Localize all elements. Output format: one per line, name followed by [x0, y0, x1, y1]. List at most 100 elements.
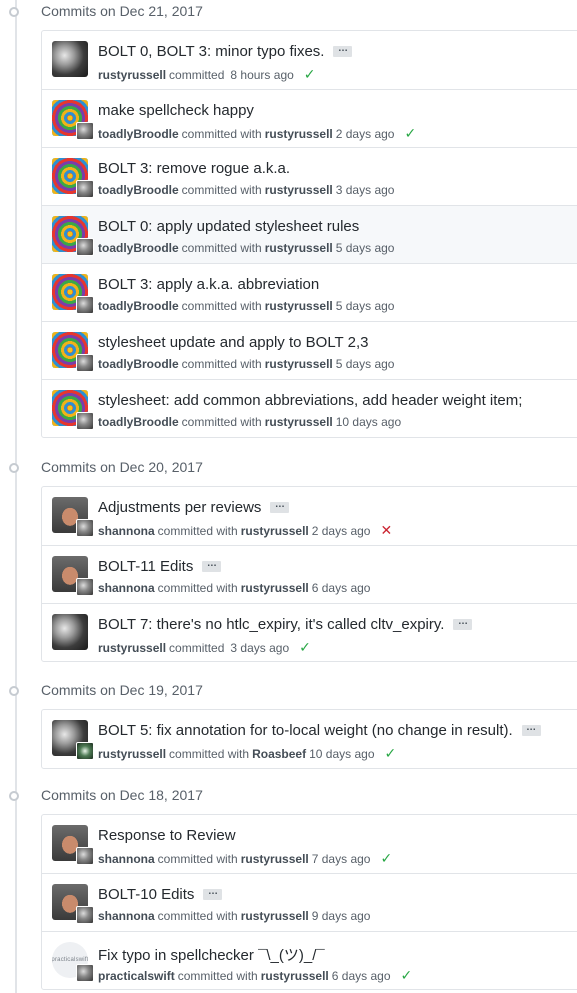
commit-message-link[interactable]: Fix typo in spellchecker ¯\_(ツ)_/¯ — [98, 944, 325, 965]
expand-message-button[interactable]: … — [521, 723, 541, 736]
committer-link[interactable]: Roasbeef — [252, 747, 306, 761]
committer-link[interactable]: rustyrussell — [265, 127, 333, 141]
author-link[interactable]: toadlyBroodle — [98, 241, 179, 255]
check-icon[interactable]: ✓ — [380, 850, 392, 867]
commit-time: 2 days ago — [311, 523, 371, 538]
commit-meta: practicalswift committed with rustyrussell… — [98, 967, 412, 984]
check-icon[interactable]: ✓ — [299, 639, 311, 656]
author-avatar[interactable] — [52, 614, 88, 650]
expand-message-button[interactable]: … — [203, 887, 223, 900]
commit-row[interactable]: practicalswift Fix typo in spellchecker ¯… — [42, 931, 577, 989]
author-link[interactable]: rustyrussell — [98, 747, 166, 761]
commit-group-header: Commits on Dec 19, 2017 — [0, 679, 577, 703]
commit-meta: shannona committed with rustyrussell 2 days… — [98, 522, 392, 539]
committed-label: committed with — [157, 851, 238, 866]
check-icon[interactable]: ✓ — [385, 745, 397, 762]
committer-avatar[interactable] — [76, 122, 94, 140]
commit-row[interactable]: BOLT 0, BOLT 3: minor typo fixes. … rustyr… — [42, 31, 577, 89]
committer-link[interactable]: rustyrussell — [265, 357, 333, 371]
commit-row[interactable]: stylesheet update and apply to BOLT 2,3 t… — [42, 321, 577, 379]
committer-link[interactable]: rustyrussell — [241, 852, 309, 866]
commit-row[interactable]: BOLT 3: remove rogue a.k.a. toadlyBroodle… — [42, 147, 577, 205]
commit-group-header: Commits on Dec 21, 2017 — [0, 0, 577, 24]
committed-label: committed with — [157, 909, 238, 923]
commit-message-link[interactable]: BOLT 3: apply a.k.a. abbreviation — [98, 276, 319, 293]
commit-message-link[interactable]: stylesheet update and apply to BOLT 2,3 — [98, 334, 368, 351]
commit-time: 7 days ago — [311, 851, 371, 866]
committer-avatar[interactable] — [76, 964, 94, 982]
committed-label: committed with — [169, 746, 250, 761]
commit-meta: toadlyBroodle committed with rustyrussell 2… — [98, 125, 416, 142]
author-link[interactable]: rustyrussell — [98, 68, 166, 82]
expand-message-button[interactable]: … — [270, 500, 290, 513]
commit-message: make spellcheck happy — [98, 102, 254, 119]
committed-label: committed — [169, 67, 225, 82]
commit-row[interactable]: BOLT 5: fix annotation for to-local weig… — [42, 710, 577, 768]
committer-link[interactable]: rustyrussell — [241, 524, 309, 538]
commit-dot-icon — [9, 463, 19, 473]
author-link[interactable]: rustyrussell — [98, 641, 166, 655]
commit-row[interactable]: make spellcheck happy toadlyBroodle commit… — [42, 89, 577, 147]
author-link[interactable]: toadlyBroodle — [98, 357, 179, 371]
commit-message-link[interactable]: Response to Review — [98, 827, 236, 844]
author-link[interactable]: shannona — [98, 581, 155, 595]
check-icon[interactable]: ✓ — [401, 967, 413, 984]
commit-message-link[interactable]: BOLT-10 Edits — [98, 886, 194, 903]
commit-group-title: Commits on Dec 21, 2017 — [41, 3, 203, 19]
author-link[interactable]: toadlyBroodle — [98, 415, 179, 429]
commit-row[interactable]: BOLT-10 Edits … shannona committed with rust… — [42, 873, 577, 931]
committer-avatar[interactable] — [76, 742, 94, 760]
commit-message-link[interactable]: BOLT-11 Edits — [98, 558, 193, 575]
author-link[interactable]: shannona — [98, 852, 155, 866]
expand-message-button[interactable]: … — [202, 559, 222, 572]
commit-row[interactable]: Response to Review shannona committed with… — [42, 815, 577, 873]
author-link[interactable]: toadlyBroodle — [98, 183, 179, 197]
check-icon[interactable]: ✓ — [304, 66, 316, 83]
commit-row[interactable]: BOLT 0: apply updated stylesheet rules to… — [42, 205, 577, 263]
commit-message-link[interactable]: make spellcheck happy — [98, 102, 254, 119]
commit-time: 8 hours ago — [230, 67, 294, 82]
check-icon[interactable]: ✓ — [404, 125, 416, 142]
committer-link[interactable]: rustyrussell — [265, 241, 333, 255]
commit-message-link[interactable]: BOLT 7: there's no htlc_expiry, it's cal… — [98, 616, 444, 633]
committer-avatar[interactable] — [76, 296, 94, 314]
commit-message: BOLT 0: apply updated stylesheet rules — [98, 218, 359, 235]
committer-avatar[interactable] — [76, 354, 94, 372]
expand-message-button[interactable]: … — [453, 617, 473, 630]
commit-row[interactable]: BOLT 3: apply a.k.a. abbreviation toadlyB… — [42, 263, 577, 321]
commit-row[interactable]: BOLT-11 Edits … shannona committed with rust… — [42, 545, 577, 603]
author-link[interactable]: shannona — [98, 524, 155, 538]
committer-link[interactable]: rustyrussell — [241, 909, 309, 923]
committer-avatar[interactable] — [76, 180, 94, 198]
commit-row[interactable]: BOLT 7: there's no htlc_expiry, it's cal… — [42, 603, 577, 661]
commit-row[interactable]: Adjustments per reviews … shannona committe… — [42, 487, 577, 545]
committer-avatar[interactable] — [76, 578, 94, 596]
expand-message-button[interactable]: … — [333, 44, 353, 57]
commit-message-link[interactable]: BOLT 0, BOLT 3: minor typo fixes. — [98, 43, 324, 60]
committer-link[interactable]: rustyrussell — [265, 415, 333, 429]
committer-link[interactable]: rustyrussell — [261, 969, 329, 983]
commit-message-link[interactable]: BOLT 0: apply updated stylesheet rules — [98, 218, 359, 235]
committer-avatar[interactable] — [76, 519, 94, 537]
author-link[interactable]: practicalswift — [98, 969, 175, 983]
author-link[interactable]: toadlyBroodle — [98, 127, 179, 141]
committer-avatar[interactable] — [76, 847, 94, 865]
committer-link[interactable]: rustyrussell — [241, 581, 309, 595]
committer-link[interactable]: rustyrussell — [265, 183, 333, 197]
author-avatar[interactable] — [52, 41, 88, 77]
committer-avatar[interactable] — [76, 238, 94, 256]
committer-avatar[interactable] — [76, 906, 94, 924]
author-link[interactable]: toadlyBroodle — [98, 299, 179, 313]
commit-message: stylesheet: add common abbreviations, ad… — [98, 392, 522, 409]
commit-row[interactable]: stylesheet: add common abbreviations, ad… — [42, 379, 577, 437]
commit-time: 10 days ago — [335, 415, 402, 429]
commit-message-link[interactable]: Adjustments per reviews — [98, 499, 261, 516]
x-icon[interactable]: ✕ — [380, 522, 392, 539]
commit-message-link[interactable]: stylesheet: add common abbreviations, ad… — [98, 392, 522, 409]
commit-message-link[interactable]: BOLT 3: remove rogue a.k.a. — [98, 160, 290, 177]
committer-link[interactable]: rustyrussell — [265, 299, 333, 313]
commit-message-link[interactable]: BOLT 5: fix annotation for to-local weig… — [98, 722, 513, 739]
committer-avatar[interactable] — [76, 412, 94, 430]
committed-label: committed with — [177, 968, 258, 983]
author-link[interactable]: shannona — [98, 909, 155, 923]
